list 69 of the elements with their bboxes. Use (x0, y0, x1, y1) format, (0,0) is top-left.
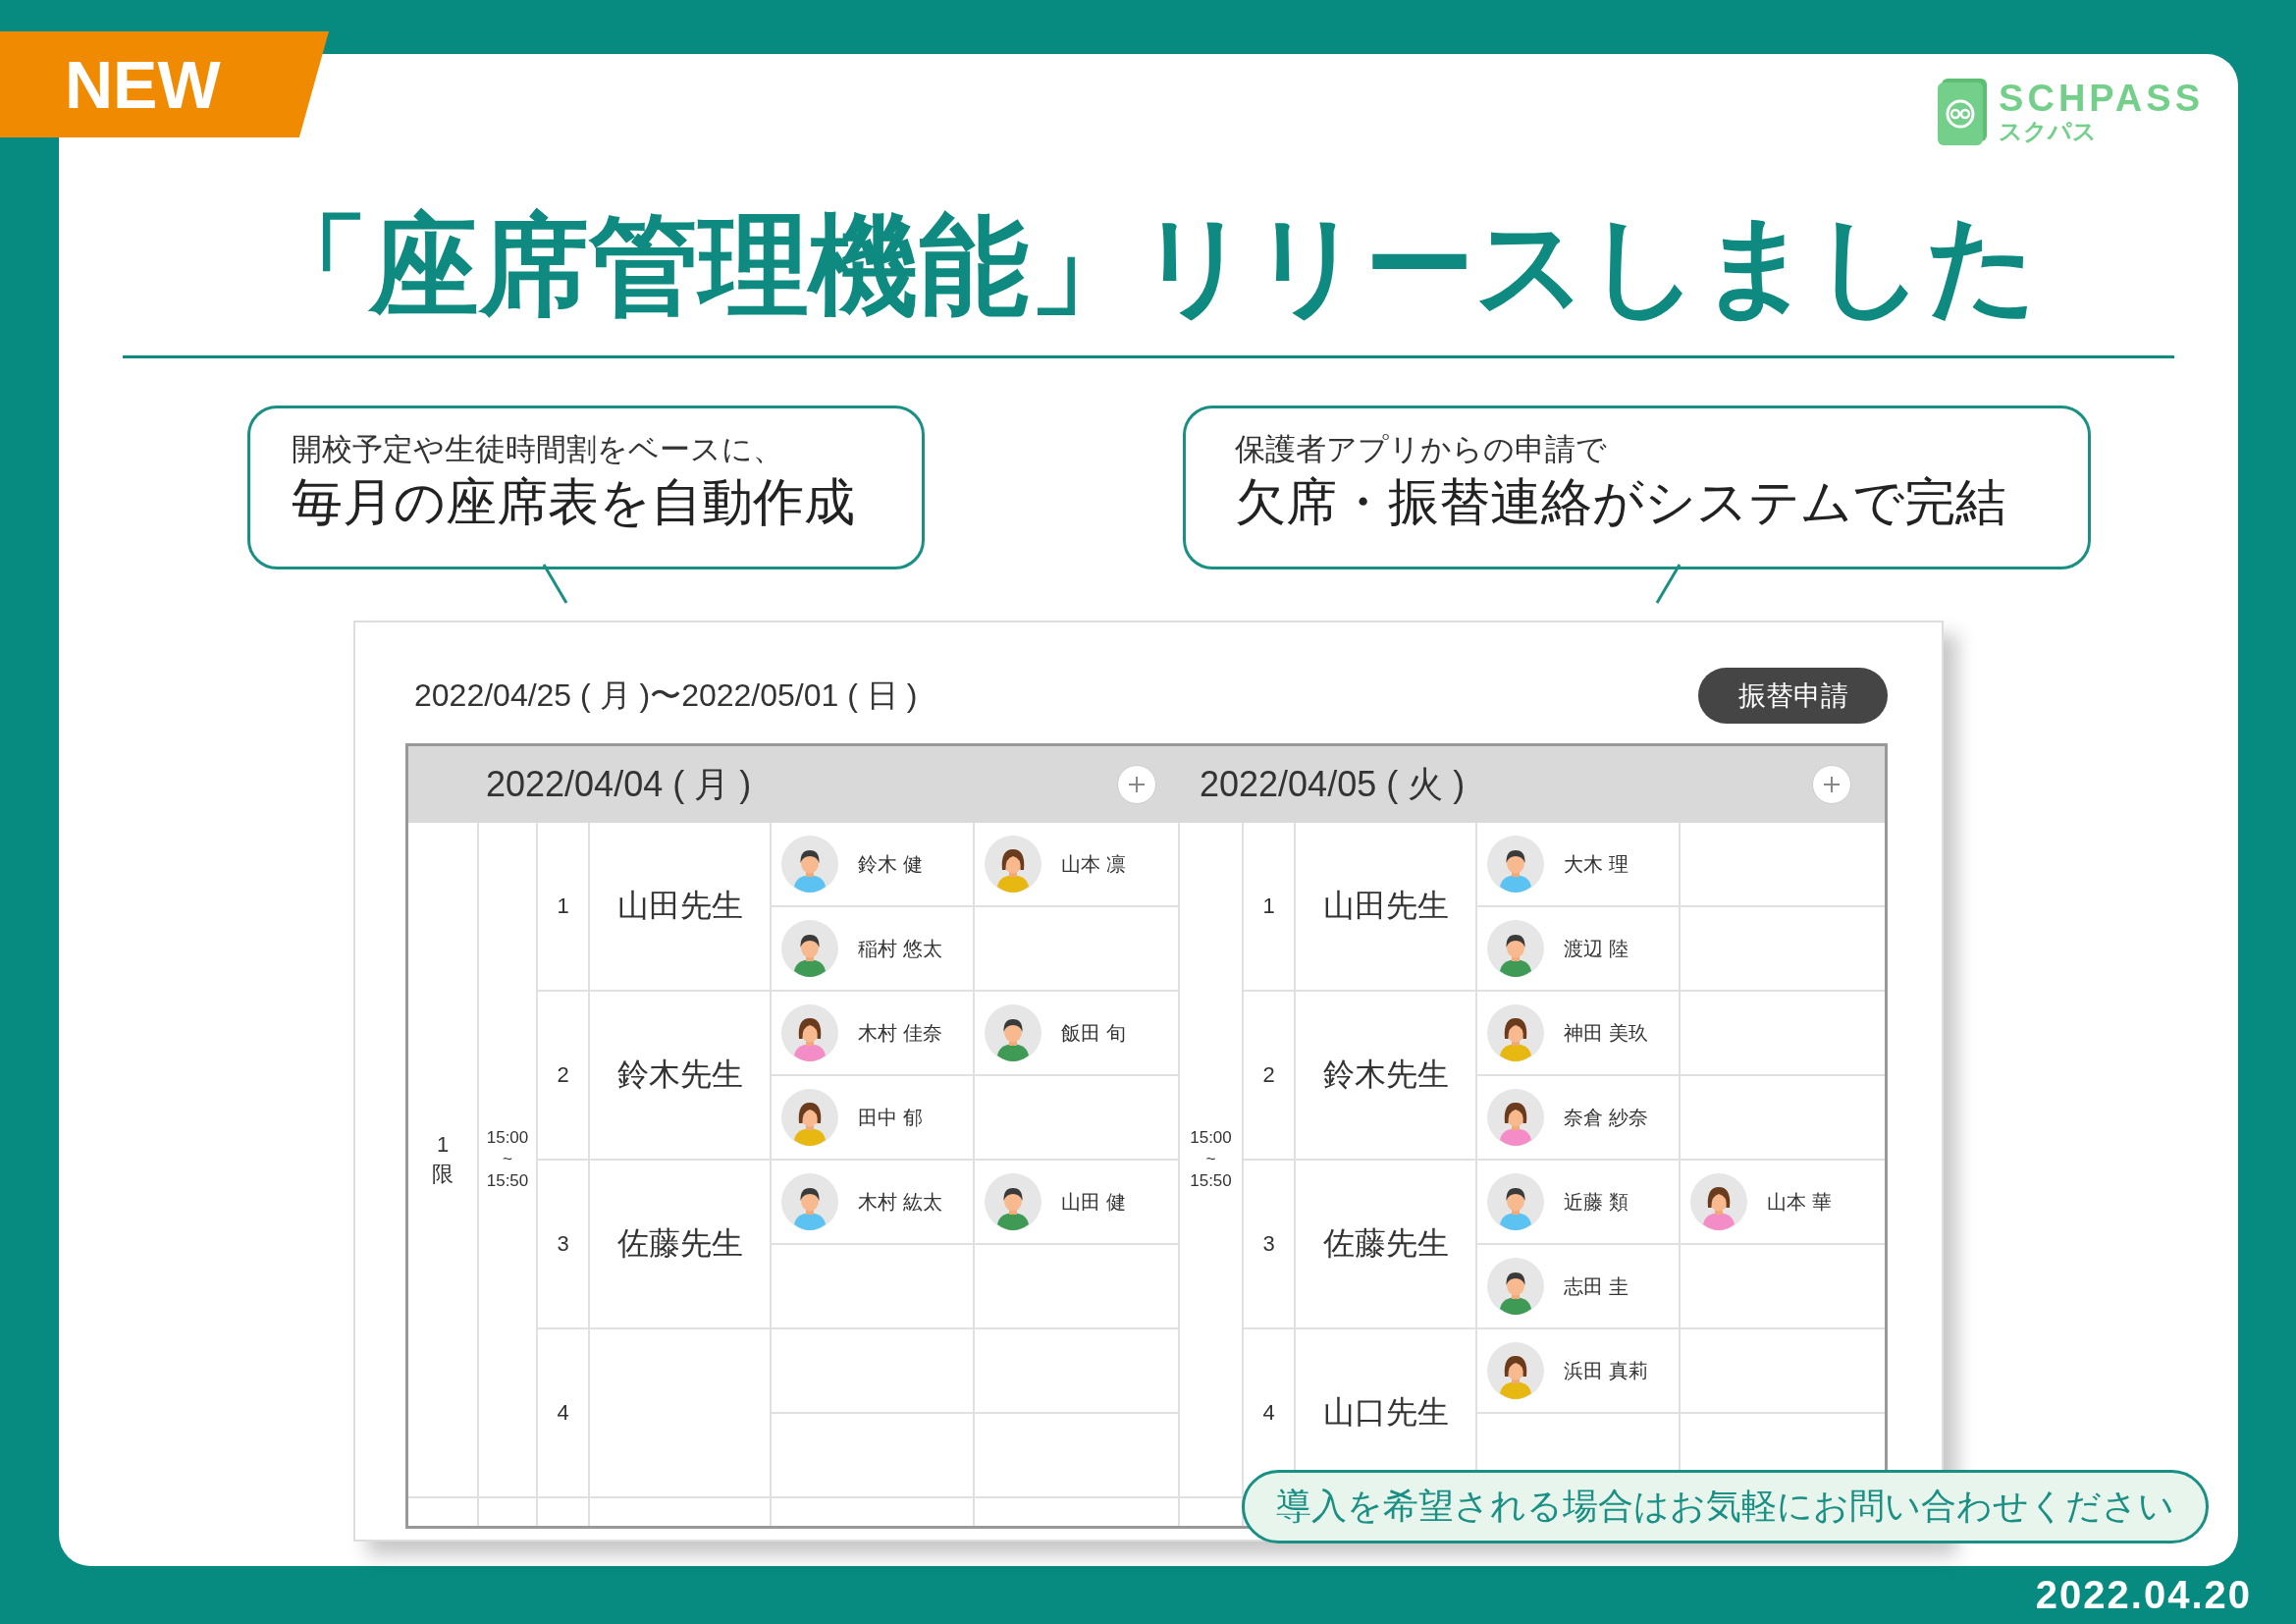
avatar-icon (985, 1004, 1041, 1061)
avatar-icon (1690, 1173, 1747, 1230)
student-name: 大木 理 (1564, 851, 1629, 877)
add-button[interactable] (1812, 765, 1851, 804)
student-name: 奈倉 紗奈 (1564, 1105, 1648, 1130)
student-name: 山本 凛 (1061, 851, 1126, 877)
callout-headline: 欠席・振替連絡がシステムで完結 (1235, 472, 2007, 533)
new-badge: NEW (0, 31, 329, 137)
teacher-name: 鈴木先生 (616, 1056, 743, 1094)
avatar-icon (1487, 836, 1544, 893)
class-number: 2 (1262, 1062, 1275, 1088)
day-date: 2022/04/04 ( 月 ) (486, 762, 752, 806)
student-name: 浜田 真莉 (1564, 1358, 1648, 1383)
avatar-icon (781, 920, 838, 977)
logo-kana: スクパス (1999, 118, 2099, 145)
avatar-icon (1487, 920, 1544, 977)
time-range: 15:00 ~ 15:50 (486, 1126, 529, 1193)
time-range: 15:00 ~ 15:50 (1190, 1126, 1232, 1193)
student-name: 木村 佳奈 (858, 1020, 942, 1046)
student-name: 志田 圭 (1564, 1273, 1629, 1299)
class-number: 1 (1262, 893, 1275, 919)
contact-notice: 導入を希望される場合はお気軽にお問い合わせください (1242, 1470, 2209, 1543)
avatar-icon (781, 1089, 838, 1146)
teacher-name: 山口先生 (1322, 1393, 1449, 1432)
logo-icon (1938, 79, 1988, 145)
avatar-icon (985, 1173, 1041, 1230)
student-name: 山本 華 (1767, 1189, 1832, 1215)
student-name: 近藤 類 (1564, 1189, 1629, 1215)
avatar-icon (1487, 1004, 1544, 1061)
student-name: 稲村 悠太 (858, 936, 942, 961)
period-label: 1限 (432, 1131, 454, 1188)
callout-headline: 毎月の座席表を自動作成 (292, 472, 856, 533)
avatar-icon (781, 1173, 838, 1230)
headline-title: 「座席管理機能」リリースしました (257, 203, 2040, 329)
teacher-name: 佐藤先生 (1322, 1224, 1449, 1263)
class-number: 4 (1262, 1400, 1275, 1426)
add-button[interactable] (1117, 765, 1156, 804)
student-name: 田中 郁 (858, 1105, 923, 1130)
teacher-name: 佐藤先生 (616, 1224, 743, 1263)
student-name: 飯田 旬 (1061, 1020, 1126, 1046)
class-number: 1 (557, 893, 569, 919)
callout-caption: 保護者アプリからの申請で (1235, 431, 1608, 468)
student-name: 渡辺 陸 (1564, 936, 1629, 961)
class-number: 3 (557, 1231, 569, 1257)
callout-caption: 開校予定や生徒時間割をベースに、 (292, 431, 784, 468)
avatar-icon (1487, 1342, 1544, 1399)
class-number: 2 (557, 1062, 569, 1088)
class-number: 4 (557, 1400, 569, 1426)
class-number: 3 (1262, 1231, 1275, 1257)
avatar-icon (781, 1004, 838, 1061)
teacher-name: 山田先生 (616, 887, 743, 925)
student-name: 山田 健 (1061, 1189, 1126, 1215)
transfer-request-button[interactable]: 振替申請 (1698, 668, 1888, 724)
avatar-icon (1487, 1089, 1544, 1146)
student-name: 神田 美玖 (1564, 1020, 1648, 1046)
avatar-icon (1487, 1258, 1544, 1315)
teacher-name: 山田先生 (1322, 887, 1449, 925)
plus-icon (1128, 776, 1146, 793)
teacher-name: 鈴木先生 (1322, 1056, 1449, 1094)
release-date: 2022.04.20 (2034, 1572, 2253, 1618)
avatar-icon (1487, 1173, 1544, 1230)
avatar-icon (781, 836, 838, 893)
logo-name: SCHPASS (1999, 79, 2204, 118)
student-name: 木村 紘太 (858, 1189, 942, 1215)
student-name: 鈴木 健 (858, 851, 923, 877)
avatar-icon (985, 836, 1041, 893)
day-date: 2022/04/05 ( 火 ) (1200, 762, 1466, 806)
plus-icon (1823, 776, 1841, 793)
week-range: 2022/04/25 ( 月 )〜2022/05/01 ( 日 ) (414, 676, 918, 715)
